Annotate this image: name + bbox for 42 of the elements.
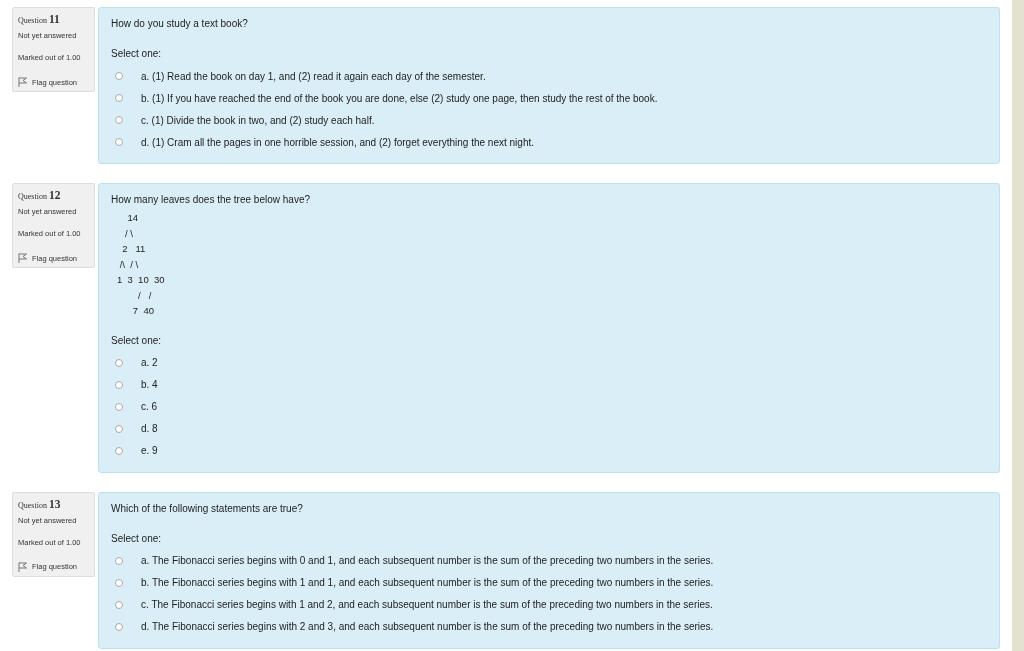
radio-button[interactable]: [115, 600, 123, 609]
answer-option[interactable]: d. The Fibonacci series begins with 2 and 3, and each subsequent number is the sum of the preceding two numbers in the series.: [141, 621, 714, 632]
tree-diagram-line: / /: [137, 288, 153, 303]
radio-button[interactable]: [115, 138, 123, 146]
radio-button[interactable]: [115, 72, 123, 80]
select-one-prompt: Select one:: [111, 48, 163, 61]
radio-button[interactable]: [115, 556, 123, 565]
question-text: How do you study a text book?: [111, 18, 249, 31]
tree-diagram-line: / \: [123, 226, 134, 241]
question-text: How many leaves does the tree below have?: [111, 194, 311, 207]
answer-option[interactable]: e. 9: [141, 445, 158, 456]
answer-option[interactable]: d. 8: [141, 423, 158, 434]
answer-option[interactable]: a. The Fibonacci series begins with 0 and 1, and each subsequent number is the sum of the preceding two numbers in the series.: [141, 555, 714, 566]
radio-button[interactable]: [115, 94, 123, 102]
answer-option[interactable]: b. (1) If you have reached the end of the book you are done, else (2) study one page, then study the rest of the book.: [141, 92, 658, 104]
answer-option[interactable]: c. (1) Divide the book in two, and (2) study each half.: [141, 114, 375, 126]
answer-option[interactable]: b. 4: [141, 379, 158, 390]
question-number: Question 13: [18, 497, 62, 512]
select-one-prompt: Select one:: [111, 532, 163, 546]
radio-button[interactable]: [115, 424, 123, 433]
question-text: Which of the following statements are true?: [111, 502, 304, 516]
answer-option[interactable]: a. (1) Read the book on day 1, and (2) read it again each day of the semester.: [141, 70, 486, 82]
tree-diagram-line: 7 40: [131, 304, 155, 318]
answer-option[interactable]: a. 2: [141, 357, 158, 368]
radio-button[interactable]: [115, 116, 123, 124]
radio-button[interactable]: [115, 402, 123, 411]
answer-option[interactable]: b. The Fibonacci series begins with 1 and 1, and each subsequent number is the sum of the preceding two numbers in the series.: [141, 577, 714, 588]
tree-diagram-line: 1 3 10 30: [117, 273, 166, 287]
question-number: Question 12: [18, 189, 62, 203]
answer-option[interactable]: c. The Fibonacci series begins with 1 and 2, and each subsequent number is the sum of the preceding two numbers in the series.: [141, 599, 713, 610]
radio-button[interactable]: [115, 578, 123, 587]
select-one-prompt: Select one:: [111, 334, 163, 348]
answer-option[interactable]: c. 6: [141, 401, 158, 412]
radio-button[interactable]: [115, 358, 123, 367]
answer-option[interactable]: d. (1) Cram all the pages in one horrible session, and (2) forget everything the next night.: [141, 136, 534, 148]
tree-diagram-line: 14: [126, 211, 140, 225]
radio-button[interactable]: [115, 380, 123, 389]
question-number: Question 11: [18, 13, 61, 27]
radio-button[interactable]: [115, 622, 123, 631]
tree-diagram-line: /\ / \: [118, 257, 140, 272]
radio-button[interactable]: [115, 446, 123, 455]
tree-diagram-line: 2 11: [121, 242, 147, 256]
